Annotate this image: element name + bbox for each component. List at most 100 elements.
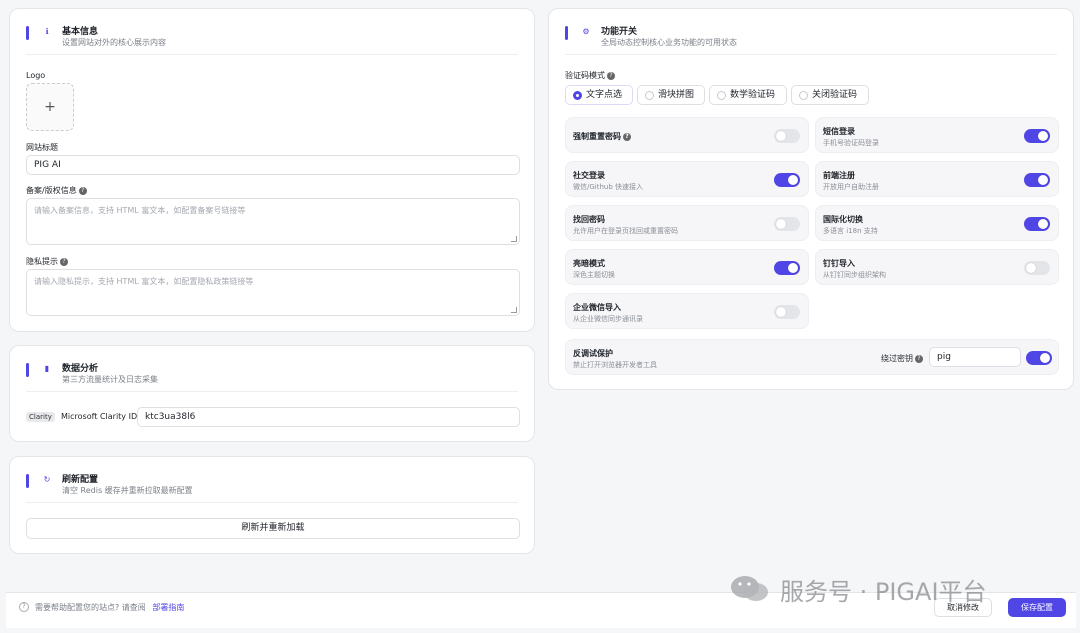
logo-upload[interactable]: + — [26, 83, 74, 131]
feature-title-text: 短信登录 — [823, 127, 855, 136]
feature-title-text: 国际化切换 — [823, 215, 863, 224]
toggle-knob — [776, 131, 786, 141]
privacy-textarea[interactable]: 请输入隐私提示，支持 HTML 富文本，如配置隐私政策链接等 — [26, 269, 520, 316]
feature-title: 钉钉导入 — [823, 258, 855, 269]
feature-title: 短信登录 — [823, 126, 855, 137]
feature-desc: 开放用户自助注册 — [823, 183, 879, 191]
card-title: 刷新配置 — [62, 475, 99, 485]
toggle-knob — [1026, 263, 1036, 273]
feature-toggle[interactable] — [774, 173, 800, 187]
feature-title-text: 企业微信导入 — [573, 303, 621, 312]
icp-textarea[interactable]: 请输入备案信息，支持 HTML 富文本，如配置备案号链接等 — [26, 198, 520, 245]
feature-title: 亮暗模式 — [573, 258, 605, 269]
feature-toggle[interactable] — [1024, 217, 1050, 231]
feature-title-text: 找回密码 — [573, 215, 605, 224]
captcha-option-text-click[interactable]: 文字点选 — [565, 85, 633, 105]
feature-row: 前端注册开放用户自助注册 — [815, 161, 1059, 197]
anti-debug-toggle[interactable] — [1026, 351, 1052, 365]
help-icon[interactable]: ? — [623, 133, 631, 141]
radio-dot — [799, 91, 808, 100]
footer-help-text: 需要帮助配置您的站点? 请查阅 部署指南 — [35, 602, 184, 613]
toggle-knob — [776, 307, 786, 317]
captcha-option-label: 数学验证码 — [730, 90, 776, 100]
captcha-label: 验证码模式? — [565, 70, 615, 81]
refresh-icon: ↻ — [43, 475, 51, 484]
captcha-option-slider[interactable]: 滑块拼图 — [637, 85, 705, 105]
bar-chart-icon: ▮ — [44, 364, 50, 373]
card-subtitle: 清空 Redis 缓存并重新拉取最新配置 — [62, 486, 193, 495]
accent-bar — [26, 26, 29, 40]
bypass-key-label: 绕过密钥? — [881, 353, 923, 364]
feature-desc: 深色主题切换 — [573, 271, 615, 279]
save-button[interactable]: 保存配置 — [1008, 598, 1066, 617]
card-title: 基本信息 — [62, 27, 99, 37]
card-subtitle: 第三方流量统计及日志采集 — [62, 375, 158, 384]
feature-title: 找回密码 — [573, 214, 605, 225]
accent-bar — [26, 474, 29, 488]
wechat-logo-icon — [730, 574, 770, 604]
refresh-header: ↻ 刷新配置 清空 Redis 缓存并重新拉取最新配置 — [26, 457, 518, 503]
analytics-header: ▮ 数据分析 第三方流量统计及日志采集 — [26, 346, 518, 392]
radio-dot — [645, 91, 654, 100]
feature-desc: 从钉钉同步组织架构 — [823, 271, 886, 279]
feature-toggle[interactable] — [1024, 173, 1050, 187]
feature-desc: 手机号验证码登录 — [823, 139, 879, 147]
site-title-input[interactable]: PIG AI — [26, 155, 520, 175]
feature-toggle[interactable] — [1024, 129, 1050, 143]
clarity-id-input[interactable]: ktc3ua38l6 — [137, 407, 520, 427]
help-icon[interactable]: ? — [78, 187, 87, 195]
accent-bar — [26, 363, 29, 377]
feature-toggle[interactable] — [774, 217, 800, 231]
captcha-option-math[interactable]: 数学验证码 — [709, 85, 787, 105]
captcha-label-text: 验证码模式 — [565, 71, 605, 80]
feature-desc: 微信/Github 快速接入 — [573, 183, 644, 191]
feature-toggle[interactable] — [774, 305, 800, 319]
watermark-text: 服务号 · PIGAI平台 — [780, 578, 987, 606]
captcha-option-label: 滑块拼图 — [658, 90, 695, 100]
basic-info-card: ℹ 基本信息 设置网站对外的核心展示内容 Logo + 网站标题 PIG AI … — [9, 8, 535, 332]
feature-title: 前端注册 — [823, 170, 855, 181]
refresh-reload-button[interactable]: 刷新并重新加载 — [26, 518, 520, 539]
deploy-guide-link[interactable]: 部署指南 — [152, 603, 184, 612]
feature-toggle[interactable] — [1024, 261, 1050, 275]
feature-desc: 禁止打开浏览器开发者工具 — [573, 361, 657, 369]
site-title-label: 网站标题 — [26, 143, 58, 152]
feature-row: 强制重置密码? — [565, 117, 809, 153]
feature-toggle[interactable] — [774, 261, 800, 275]
feature-title-text: 前端注册 — [823, 171, 855, 180]
help-icon[interactable]: ? — [915, 355, 923, 363]
bypass-key-input[interactable]: pig — [929, 347, 1021, 367]
help-text: 需要帮助配置您的站点? 请查阅 — [35, 603, 146, 612]
toggle-knob — [788, 263, 798, 273]
feature-title-text: 社交登录 — [573, 171, 605, 180]
card-title: 数据分析 — [62, 364, 99, 374]
info-icon: ℹ — [45, 27, 49, 36]
icp-label-text: 备案/版权信息 — [26, 186, 77, 195]
help-icon[interactable]: ? — [60, 258, 68, 266]
feature-title-text: 钉钉导入 — [823, 259, 855, 268]
toggle-knob — [1038, 131, 1048, 141]
gear-icon: ⚙ — [582, 27, 590, 36]
features-card: ⚙ 功能开关 全局动态控制核心业务功能的可用状态 验证码模式? 文字点选 滑块拼… — [548, 8, 1074, 390]
feature-title-text: 强制重置密码 — [573, 132, 621, 141]
feature-row: 企业微信导入从企业微信同步通讯录 — [565, 293, 809, 329]
help-icon[interactable]: ? — [607, 72, 615, 80]
feature-title: 企业微信导入 — [573, 302, 621, 313]
feature-desc: 从企业微信同步通讯录 — [573, 315, 643, 323]
feature-row: 国际化切换 多语言 i18n 支持 — [815, 205, 1059, 241]
radio-dot — [717, 91, 726, 100]
anti-debug-row: 反调试保护 禁止打开浏览器开发者工具 绕过密钥? pig — [565, 339, 1059, 375]
toggle-knob — [1040, 353, 1050, 363]
radio-dot — [573, 91, 582, 100]
captcha-option-off[interactable]: 关闭验证码 — [791, 85, 869, 105]
feature-row: 钉钉导入从钉钉同步组织架构 — [815, 249, 1059, 285]
feature-toggle[interactable] — [774, 129, 800, 143]
logo-label: Logo — [26, 71, 46, 80]
card-subtitle: 设置网站对外的核心展示内容 — [62, 38, 166, 47]
feature-title-text: 亮暗模式 — [573, 259, 605, 268]
privacy-label-text: 隐私提示 — [26, 257, 58, 266]
toggle-knob — [1038, 175, 1048, 185]
feature-row: 找回密码 允许用户在登录页找回或重置密码 — [565, 205, 809, 241]
analytics-card: ▮ 数据分析 第三方流量统计及日志采集 Clarity Microsoft Cl… — [9, 345, 535, 442]
feature-title: 国际化切换 — [823, 214, 863, 225]
